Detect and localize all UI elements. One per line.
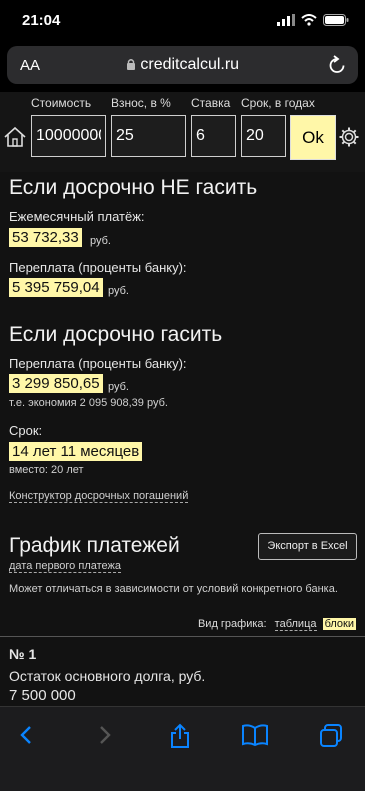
view-blocks-option[interactable]: блоки: [322, 618, 356, 630]
ok-button[interactable]: Ok: [290, 115, 336, 160]
cost-label: Стоимость: [31, 96, 92, 110]
calculator-form: Стоимость Взнос, в % Ставка Срок, в года…: [0, 92, 365, 172]
monthly-label: Ежемесячный платёж:: [9, 209, 145, 224]
export-excel-button[interactable]: Экспорт в Excel: [258, 533, 357, 560]
prepay-overpay-label: Переплата (проценты банку):: [9, 356, 187, 371]
schedule-title: График платежей: [9, 534, 180, 557]
term-label: Срок, в годах: [241, 96, 315, 110]
prepay-term-value: 14 лет 11 месяцев: [9, 442, 143, 461]
browser-toolbar: [0, 706, 365, 791]
balance-label: Остаток основного долга, руб.: [9, 668, 206, 684]
status-icons: [277, 14, 349, 26]
prepay-overpay-value: 3 299 850,65: [9, 374, 103, 393]
url-display[interactable]: creditcalcul.ru: [7, 56, 358, 74]
view-switcher: Вид графика: таблица блоки: [197, 618, 356, 631]
url-text: creditcalcul.ru: [140, 56, 240, 73]
payment-number: № 1: [9, 646, 37, 662]
browser-chrome: AA creditcalcul.ru: [0, 44, 365, 92]
reload-icon[interactable]: [328, 55, 346, 75]
status-bar: 21:04: [0, 0, 365, 44]
battery-icon: [323, 14, 349, 26]
status-time: 21:04: [22, 12, 61, 29]
view-label: Вид графика:: [197, 618, 267, 630]
rate-input[interactable]: [191, 115, 236, 157]
constructor-link[interactable]: Конструктор досрочных погашений: [9, 490, 189, 503]
divider: [0, 636, 365, 637]
bookmarks-icon[interactable]: [241, 723, 269, 747]
back-icon[interactable]: [15, 723, 39, 747]
term-input[interactable]: [241, 115, 286, 157]
monthly-value: 53 732,33: [9, 228, 82, 247]
deposit-input[interactable]: [111, 115, 186, 157]
rate-label: Ставка: [191, 96, 231, 110]
schedule-note: Может отличаться в зависимости от услови…: [9, 583, 338, 595]
prepay-title: Если досрочно гасить: [9, 323, 223, 346]
deposit-label: Взнос, в %: [111, 96, 171, 110]
cost-input[interactable]: [31, 115, 106, 157]
home-icon[interactable]: [3, 126, 27, 148]
no-prepay-title: Если досрочно НЕ гасить: [9, 176, 258, 199]
first-payment-date-link[interactable]: дата первого платежа: [9, 560, 121, 573]
gear-icon[interactable]: [338, 126, 360, 148]
prepay-term-label: Срок:: [9, 423, 43, 438]
balance-value: 7 500 000: [9, 687, 76, 704]
monthly-unit: руб.: [90, 235, 111, 247]
instead-text: вместо: 20 лет: [9, 464, 84, 476]
signal-icon: [277, 14, 295, 26]
share-icon[interactable]: [168, 723, 192, 749]
savings-text: т.е. экономия 2 095 908,39 руб.: [9, 397, 168, 409]
lock-icon: [126, 59, 135, 70]
overpay-unit: руб.: [108, 285, 129, 297]
wifi-icon: [301, 14, 317, 26]
address-bar[interactable]: AA creditcalcul.ru: [7, 46, 358, 84]
prepay-overpay-unit: руб.: [108, 381, 129, 393]
view-table-option[interactable]: таблица: [274, 618, 317, 631]
overpay-label: Переплата (проценты банку):: [9, 260, 187, 275]
tabs-icon[interactable]: [318, 723, 344, 749]
overpay-value: 5 395 759,04: [9, 278, 103, 297]
forward-icon[interactable]: [92, 723, 116, 747]
